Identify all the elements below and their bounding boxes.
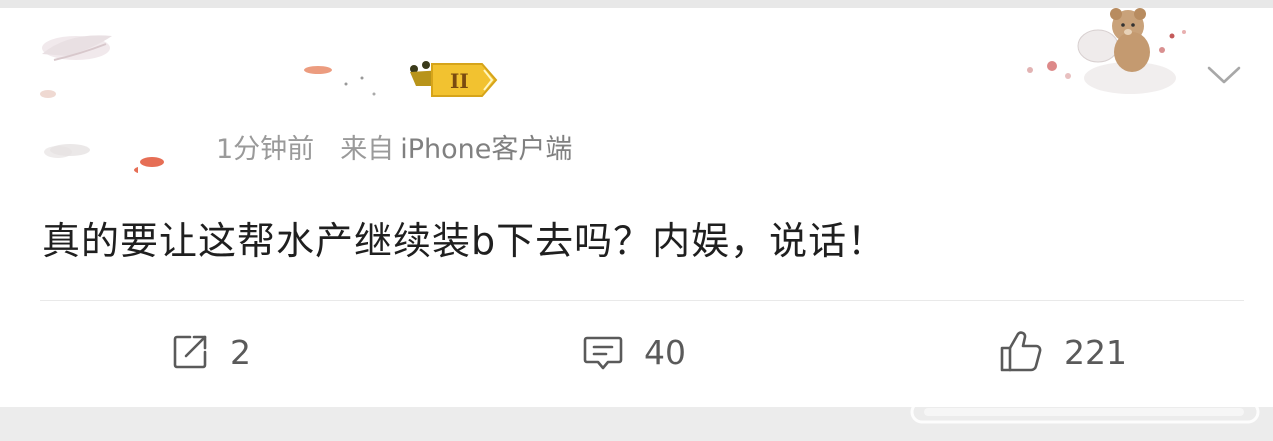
username[interactable] [150,60,400,110]
gemini-badge-icon: II [410,61,498,97]
thumbs-up-icon [1000,331,1042,372]
chevron-down-icon[interactable] [1206,62,1242,88]
meta-blur [50,144,164,167]
post-time: 1分钟前 [216,133,315,165]
bear-sticker-icon [1027,8,1186,94]
comment-button[interactable]: 40 [582,330,686,374]
divider [40,300,1244,301]
like-button[interactable]: 221 [998,330,1127,374]
watermark [910,400,1260,424]
repost-button[interactable]: 2 [170,330,251,374]
like-count: 221 [1064,332,1127,372]
post-content: 真的要让这帮水产继续装b下去吗？内娱，说话！ [42,219,887,263]
source-prefix: 来自 [340,133,395,165]
post-meta: 1分钟前 来自 iPhone客户端 [216,126,572,166]
svg-text:II: II [450,69,469,93]
comment-icon [583,336,623,370]
source-client[interactable]: iPhone客户端 [400,127,572,166]
share-icon [173,335,207,369]
repost-count: 2 [230,332,251,372]
comment-count: 40 [644,332,686,372]
